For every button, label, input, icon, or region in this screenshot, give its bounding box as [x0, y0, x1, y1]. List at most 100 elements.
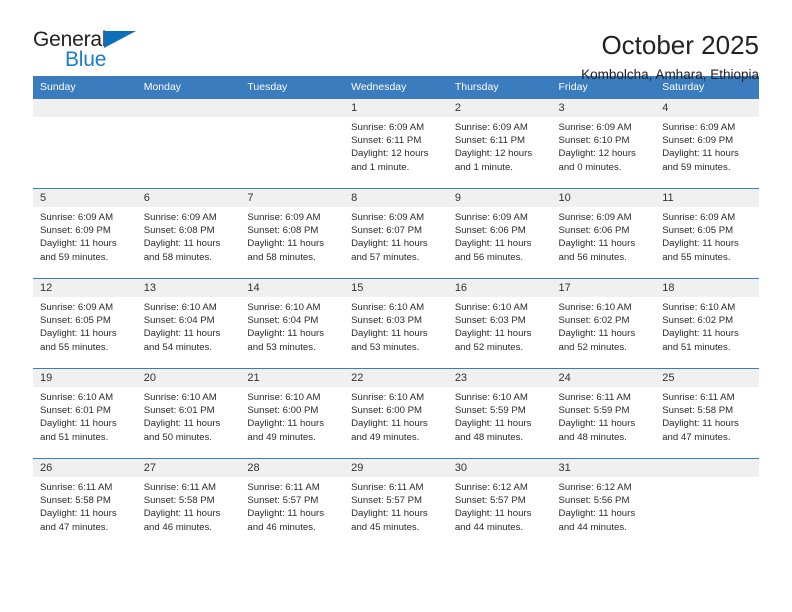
calendar-day-cell[interactable]: 28 Sunrise: 6:11 AM Sunset: 5:57 PM Dayligh…	[240, 458, 345, 549]
calendar-day-cell[interactable]: 31 Sunrise: 6:12 AM Sunset: 5:56 PM Dayligh…	[551, 458, 656, 549]
sunset-text: Sunset: 6:11 PM	[454, 135, 526, 147]
daylight-text: Daylight: 11 hours and 59 minutes.	[40, 238, 117, 263]
calendar-day-cell[interactable]: 30 Sunrise: 6:12 AM Sunset: 5:57 PM Dayligh…	[447, 458, 552, 549]
day-details: Sunrise: 6:09 AM Sunset: 6:05 PM Daylight:…	[655, 207, 759, 264]
daylight-text: Daylight: 11 hours and 55 minutes.	[40, 328, 117, 353]
sunrise-text: Sunrise: 6:09 AM	[662, 212, 736, 223]
daylight-text: Daylight: 11 hours and 56 minutes.	[454, 238, 532, 263]
day-details: Sunrise: 6:11 AM Sunset: 5:59 PM Daylight:…	[552, 387, 656, 444]
daylight-text: Daylight: 11 hours and 53 minutes.	[247, 328, 325, 353]
calendar-day-cell[interactable]: 17 Sunrise: 6:10 AM Sunset: 6:02 PM Dayligh…	[551, 278, 656, 369]
sunrise-text: Sunrise: 6:09 AM	[558, 212, 632, 223]
sunset-text: Sunset: 5:57 PM	[454, 495, 526, 507]
calendar-day-cell[interactable]: 29 Sunrise: 6:11 AM Sunset: 5:57 PM Dayligh…	[344, 458, 448, 549]
day-number	[240, 99, 345, 117]
calendar-day-cell[interactable]: 22 Sunrise: 6:10 AM Sunset: 6:00 PM Dayligh…	[344, 368, 448, 459]
daylight-text: Daylight: 11 hours and 56 minutes.	[558, 238, 636, 263]
day-number	[655, 459, 759, 477]
day-details: Sunrise: 6:12 AM Sunset: 5:57 PM Daylight:…	[448, 477, 552, 534]
calendar-week-row: 5 Sunrise: 6:09 AM Sunset: 6:09 PM Daylight…	[33, 188, 759, 279]
calendar-day-cell[interactable]: 21 Sunrise: 6:10 AM Sunset: 6:00 PM Dayligh…	[240, 368, 345, 459]
sunrise-text: Sunrise: 6:10 AM	[247, 392, 321, 403]
day-details: Sunrise: 6:09 AM Sunset: 6:09 PM Daylight:…	[33, 207, 137, 264]
sunset-text: Sunset: 6:04 PM	[143, 315, 215, 327]
sunrise-text: Sunrise: 6:10 AM	[454, 392, 528, 403]
page-title: October 2025	[601, 30, 759, 60]
calendar-day-cell[interactable]: 2 Sunrise: 6:09 AM Sunset: 6:11 PM Daylight…	[447, 98, 552, 189]
sunset-text: Sunset: 5:58 PM	[143, 495, 215, 507]
calendar-day-cell[interactable]: 19 Sunrise: 6:10 AM Sunset: 6:01 PM Dayligh…	[33, 368, 137, 459]
day-number: 15	[344, 279, 448, 297]
day-details: Sunrise: 6:11 AM Sunset: 5:57 PM Daylight:…	[344, 477, 448, 534]
sunrise-text: Sunrise: 6:12 AM	[558, 482, 632, 493]
calendar-day-cell[interactable]: 20 Sunrise: 6:10 AM Sunset: 6:01 PM Dayligh…	[136, 368, 241, 459]
day-number: 28	[240, 459, 345, 477]
sunrise-text: Sunrise: 6:09 AM	[40, 212, 114, 223]
day-number: 21	[240, 369, 345, 387]
daylight-text: Daylight: 12 hours and 1 minute.	[351, 148, 429, 173]
calendar-day-cell[interactable]: 26 Sunrise: 6:11 AM Sunset: 5:58 PM Dayligh…	[33, 458, 137, 549]
calendar-day-cell[interactable]: 23 Sunrise: 6:10 AM Sunset: 5:59 PM Dayligh…	[447, 368, 552, 459]
day-number: 26	[33, 459, 137, 477]
day-details: Sunrise: 6:10 AM Sunset: 6:01 PM Daylight:…	[137, 387, 241, 444]
day-details: Sunrise: 6:12 AM Sunset: 5:56 PM Daylight:…	[552, 477, 656, 534]
day-number	[136, 99, 241, 117]
day-number: 7	[240, 189, 345, 207]
sunrise-text: Sunrise: 6:11 AM	[247, 482, 320, 493]
page-header: General Blue October 2025 Kombolcha, Amh…	[33, 0, 759, 82]
daylight-text: Daylight: 11 hours and 58 minutes.	[143, 238, 221, 263]
sunset-text: Sunset: 6:11 PM	[351, 135, 422, 147]
day-number: 17	[551, 279, 656, 297]
calendar-day-cell[interactable]: 1 Sunrise: 6:09 AM Sunset: 6:11 PM Daylight…	[344, 98, 448, 189]
calendar-page: General Blue October 2025 Kombolcha, Amh…	[0, 0, 792, 612]
day-details: Sunrise: 6:09 AM Sunset: 6:07 PM Daylight:…	[344, 207, 448, 264]
day-number: 25	[655, 369, 759, 387]
day-number: 30	[447, 459, 552, 477]
calendar-day-cell[interactable]: 24 Sunrise: 6:11 AM Sunset: 5:59 PM Dayligh…	[551, 368, 656, 459]
sunrise-text: Sunrise: 6:10 AM	[351, 392, 425, 403]
calendar-day-cell[interactable]: 7 Sunrise: 6:09 AM Sunset: 6:08 PM Daylight…	[240, 188, 345, 279]
calendar-week-row: 19 Sunrise: 6:10 AM Sunset: 6:01 PM Dayligh…	[33, 368, 759, 459]
calendar-day-cell[interactable]: 16 Sunrise: 6:10 AM Sunset: 6:03 PM Dayligh…	[447, 278, 552, 369]
calendar-day-cell[interactable]: 13 Sunrise: 6:10 AM Sunset: 6:04 PM Dayligh…	[136, 278, 241, 369]
calendar-day-cell[interactable]: 6 Sunrise: 6:09 AM Sunset: 6:08 PM Daylight…	[136, 188, 241, 279]
sunrise-sunset-calendar: Sunday Monday Tuesday Wednesday Thursday Frid…	[33, 76, 759, 549]
day-number: 23	[447, 369, 552, 387]
sunset-text: Sunset: 6:05 PM	[40, 315, 111, 327]
day-number: 11	[655, 189, 759, 207]
calendar-day-cell[interactable]: 11 Sunrise: 6:09 AM Sunset: 6:05 PM Dayligh…	[655, 188, 759, 279]
sunset-text: Sunset: 6:09 PM	[662, 135, 734, 147]
sunrise-text: Sunrise: 6:10 AM	[143, 302, 217, 313]
daylight-text: Daylight: 11 hours and 48 minutes.	[558, 418, 636, 443]
calendar-day-cell[interactable]: 9 Sunrise: 6:09 AM Sunset: 6:06 PM Daylight…	[447, 188, 552, 279]
calendar-day-cell[interactable]: 25 Sunrise: 6:11 AM Sunset: 5:58 PM Dayligh…	[655, 368, 759, 459]
calendar-day-cell[interactable]: 5 Sunrise: 6:09 AM Sunset: 6:09 PM Daylight…	[33, 188, 137, 279]
calendar-day-cell[interactable]: 8 Sunrise: 6:09 AM Sunset: 6:07 PM Daylight…	[344, 188, 448, 279]
sunrise-text: Sunrise: 6:09 AM	[351, 122, 425, 133]
weekday-header-thursday: Thursday	[447, 76, 552, 99]
weekday-header-tuesday: Tuesday	[240, 76, 345, 99]
calendar-day-cell[interactable]: 12 Sunrise: 6:09 AM Sunset: 6:05 PM Dayligh…	[33, 278, 137, 369]
day-number: 24	[551, 369, 656, 387]
day-details: Sunrise: 6:10 AM Sunset: 6:03 PM Daylight:…	[448, 297, 552, 354]
calendar-day-cell[interactable]: 10 Sunrise: 6:09 AM Sunset: 6:06 PM Dayligh…	[551, 188, 656, 279]
calendar-day-cell[interactable]: 3 Sunrise: 6:09 AM Sunset: 6:10 PM Daylight…	[551, 98, 656, 189]
daylight-text: Daylight: 11 hours and 46 minutes.	[143, 508, 221, 533]
calendar-cell-empty	[655, 458, 759, 549]
calendar-day-cell[interactable]: 15 Sunrise: 6:10 AM Sunset: 6:03 PM Dayligh…	[344, 278, 448, 369]
calendar-day-cell[interactable]: 18 Sunrise: 6:10 AM Sunset: 6:02 PM Dayligh…	[655, 278, 759, 369]
day-number: 27	[136, 459, 241, 477]
calendar-day-cell[interactable]: 14 Sunrise: 6:10 AM Sunset: 6:04 PM Dayligh…	[240, 278, 345, 369]
sunrise-text: Sunrise: 6:10 AM	[143, 392, 217, 403]
day-details: Sunrise: 6:09 AM Sunset: 6:11 PM Daylight:…	[448, 117, 552, 174]
sunset-text: Sunset: 6:08 PM	[143, 225, 215, 237]
general-blue-logo[interactable]: General Blue	[33, 28, 153, 78]
calendar-day-cell[interactable]: 27 Sunrise: 6:11 AM Sunset: 5:58 PM Dayligh…	[136, 458, 241, 549]
sunrise-text: Sunrise: 6:09 AM	[454, 212, 528, 223]
day-number: 31	[551, 459, 656, 477]
day-details: Sunrise: 6:09 AM Sunset: 6:09 PM Daylight:…	[655, 117, 759, 174]
calendar-body: 1 Sunrise: 6:09 AM Sunset: 6:11 PM Daylight…	[33, 98, 759, 549]
calendar-day-cell[interactable]: 4 Sunrise: 6:09 AM Sunset: 6:09 PM Daylight…	[655, 98, 759, 189]
sunset-text: Sunset: 6:02 PM	[662, 315, 734, 327]
day-number: 3	[551, 99, 656, 117]
